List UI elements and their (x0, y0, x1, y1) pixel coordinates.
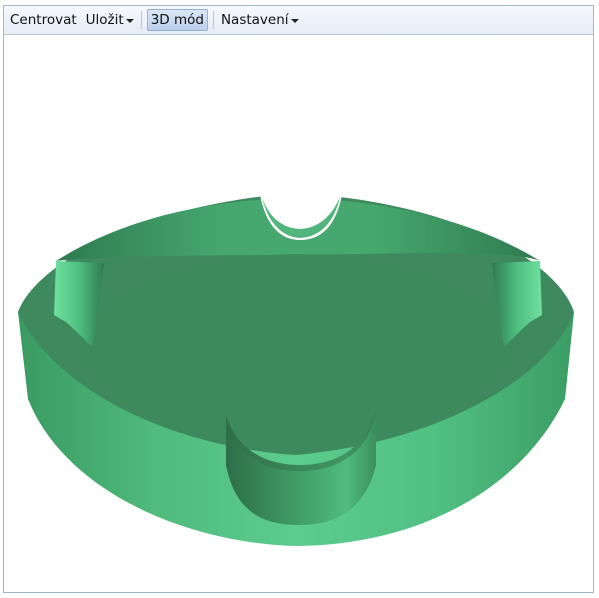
center-button-label: Centrovat (10, 12, 77, 28)
settings-menu-button[interactable]: Nastavení (219, 9, 301, 31)
viewer-frame: Centrovat Uložit 3D mód Nastavení (3, 5, 594, 593)
3d-mode-toggle[interactable]: 3D mód (146, 9, 208, 31)
chevron-down-icon (290, 19, 299, 23)
chevron-down-icon (125, 19, 134, 23)
3d-mode-label: 3D mód (150, 12, 204, 28)
save-menu-label: Uložit (85, 12, 124, 28)
ashtray-3d-model[interactable] (4, 35, 593, 592)
toolbar-separator (140, 11, 142, 29)
3d-viewport[interactable] (4, 35, 593, 592)
toolbar-separator (212, 11, 214, 29)
center-button[interactable]: Centrovat (8, 9, 79, 31)
save-menu-button[interactable]: Uložit (84, 9, 136, 31)
settings-menu-label: Nastavení (220, 12, 289, 28)
toolbar: Centrovat Uložit 3D mód Nastavení (4, 6, 593, 35)
